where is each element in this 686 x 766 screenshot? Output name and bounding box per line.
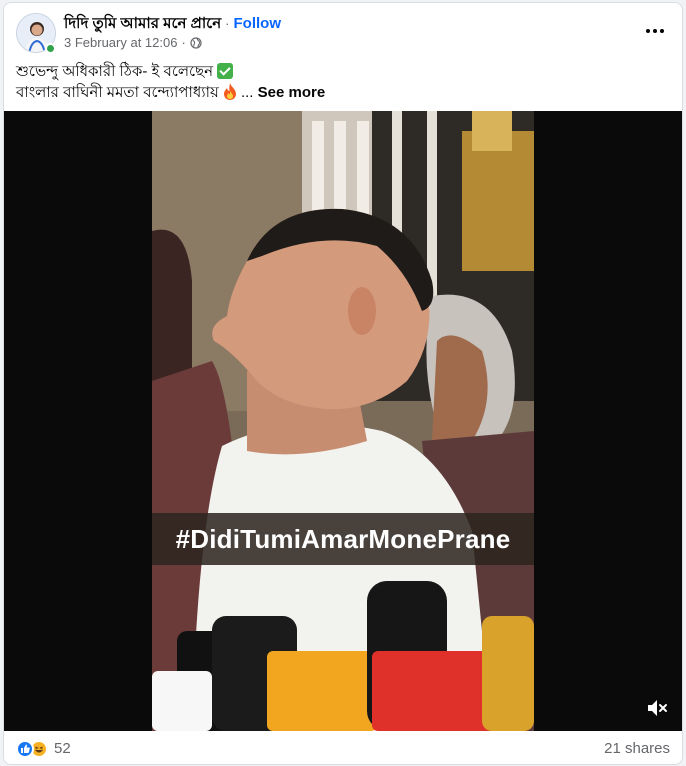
mute-button[interactable] — [644, 695, 670, 721]
more-dot-icon — [653, 29, 657, 33]
fire-icon — [223, 83, 237, 100]
post-card: দিদি তুমি আমার মনে প্রানে · Follow 3 Febru… — [3, 2, 683, 765]
post-meta: 3 February at 12:06 · — [64, 35, 202, 50]
reaction-count: 52 — [54, 740, 71, 757]
globe-icon — [190, 36, 202, 49]
more-options-button[interactable] — [640, 16, 670, 46]
caption-line-2: বাংলার বাঘিনী মমতা বন্দ্যোপাধ্যায় ... S… — [16, 82, 672, 103]
more-dot-icon — [646, 29, 650, 33]
online-status-dot — [45, 43, 56, 54]
see-more-link[interactable]: See more — [258, 84, 326, 101]
caption-ellipsis: ... — [240, 84, 254, 101]
name-separator: · — [225, 16, 230, 31]
post-footer: 52 21 shares — [4, 731, 682, 764]
check-mark-icon — [217, 63, 234, 79]
caption-line-1: শুভেন্দু অধিকারী ঠিক- ই বলেছেন — [16, 61, 672, 82]
like-icon — [16, 739, 34, 758]
timestamp-separator: · — [181, 35, 186, 50]
page-name[interactable]: দিদি তুমি আমার মনে প্রানে — [64, 15, 221, 32]
video-frame — [152, 111, 534, 731]
hashtag-banner: #DidiTumiAmarMonePrane — [152, 513, 534, 565]
post-header: দিদি তুমি আমার মনে প্রানে · Follow 3 Febru… — [4, 3, 682, 61]
more-dot-icon — [660, 29, 664, 33]
post-timestamp[interactable]: 3 February at 12:06 — [64, 35, 177, 50]
caption-text-2: বাংলার বাঘিনী মমতা বন্দ্যোপাধ্যায় — [16, 84, 219, 101]
post-author-row: দিদি তুমি আমার মনে প্রানে · Follow — [64, 12, 281, 37]
caption-text-1: শুভেন্দু অধিকারী ঠিক- ই বলেছেন — [16, 63, 214, 80]
follow-button[interactable]: Follow — [234, 15, 282, 32]
post-caption: শুভেন্দু অধিকারী ঠিক- ই বলেছেন বাংলার বা… — [16, 61, 672, 103]
reactions-summary[interactable]: 52 — [16, 739, 71, 758]
shares-count[interactable]: 21 shares — [604, 740, 670, 757]
volume-muted-icon — [646, 698, 668, 718]
video-player[interactable]: #DidiTumiAmarMonePrane — [4, 111, 682, 731]
